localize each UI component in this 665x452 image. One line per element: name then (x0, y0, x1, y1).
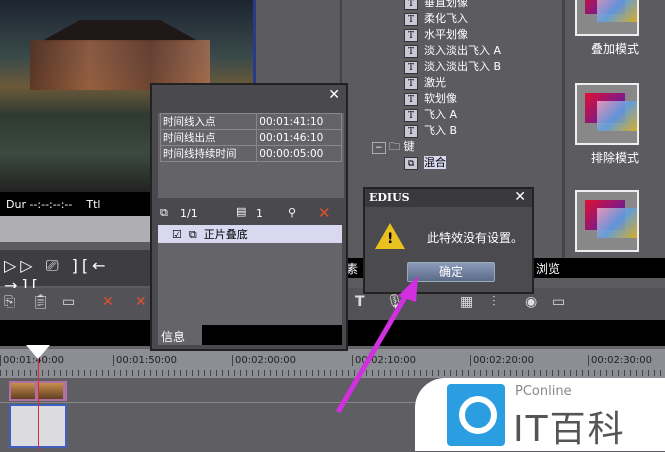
ttl-label: Ttl (86, 198, 101, 211)
watermark: PConline IT百科 (415, 378, 665, 451)
effect-icon: T (404, 0, 418, 10)
paste-icon[interactable]: 📋︎ (32, 294, 50, 310)
color-icon[interactable]: ◉ (525, 294, 537, 310)
folder-icon: 🗀 (389, 140, 401, 153)
position-slider[interactable] (0, 216, 150, 242)
list-item[interactable]: ☑ ⧉ 正片叠底 (158, 225, 342, 243)
tree-item[interactable]: T 淡入淡出飞入 A (404, 42, 501, 58)
tab-strip (202, 325, 342, 345)
close-icon[interactable]: ✕ (328, 87, 340, 103)
layer-count: 1/1 (180, 207, 198, 220)
layers-icon: ⧉ (160, 206, 168, 219)
message-dialog: EDIUS ✕ ! 此特效没有设置。 确定 (363, 187, 534, 294)
delete-icon[interactable]: ✕ (135, 294, 147, 310)
ruler-ticks (0, 370, 665, 376)
tree-item[interactable]: T 软划像 (404, 90, 457, 106)
tree-item[interactable]: T 激光 (404, 74, 446, 90)
mixer-icon[interactable]: ⫶ (492, 294, 496, 310)
tree-item-selected[interactable]: ⧉ 混合 (404, 154, 446, 170)
settings-icon[interactable]: ⚲ (288, 206, 296, 219)
tree-folder-key[interactable]: − 🗀 键 (372, 138, 415, 154)
table-row: 时间线入点 00:01:41:10 (159, 113, 342, 130)
tree-item[interactable]: T 飞入 A (404, 106, 457, 122)
effect-icon: T (404, 60, 418, 74)
table-row: 时间线持续时间 00:00:05:00 (159, 145, 342, 162)
delete-cut-icon[interactable]: ✕ (102, 294, 114, 310)
ok-button[interactable]: 确定 (407, 262, 495, 282)
effect-icon: T (404, 28, 418, 42)
timecode: 00:02:10:00 (352, 355, 416, 366)
filter-count: 1 (256, 207, 263, 220)
info-panel: ✕ 时间线入点 00:01:41:10 时间线出点 00:01:46:10 时间线持… (150, 83, 348, 351)
watermark-brand: PConline (515, 384, 572, 399)
tree-item[interactable]: T 淡入淡出飞入 B (404, 58, 501, 74)
effect-icon: T (404, 12, 418, 26)
effect-label: 叠加模式 (590, 42, 639, 56)
playhead-handle[interactable] (26, 345, 50, 359)
effect-icon: T (404, 44, 418, 58)
copy-icon[interactable]: ⎘ (4, 294, 15, 310)
table-row: 时间线出点 00:01:46:10 (159, 129, 342, 146)
blend-icon: ⧉ (188, 228, 197, 241)
tree-item[interactable]: T 飞入 B (404, 122, 457, 138)
timecode: 00:02:30:00 (588, 355, 652, 366)
collapse-icon[interactable]: − (372, 142, 386, 154)
dialog-title: EDIUS (365, 189, 532, 207)
effect-list: ☑ ⧉ 正片叠底 (158, 225, 342, 325)
tree-item[interactable]: T 垂直划像 (404, 0, 468, 10)
close-icon[interactable]: ✕ (514, 189, 526, 205)
timecode: 00:02:20:00 (470, 355, 534, 366)
warning-icon: ! (375, 223, 405, 249)
title-icon[interactable]: T (355, 294, 365, 310)
effect-label: 排除模式 (590, 151, 639, 165)
checkbox-checked-icon[interactable]: ☑ (172, 228, 182, 241)
effect-icon: T (404, 108, 418, 122)
playhead-line[interactable] (38, 346, 39, 451)
blend-icon: ⧉ (404, 156, 418, 170)
tree-item[interactable]: T 柔化飞入 (404, 10, 468, 26)
timecode: 00:02:00:00 (232, 355, 296, 366)
tab-info[interactable]: 信息 (158, 325, 202, 345)
tab-browse[interactable]: 浏览 (536, 260, 560, 277)
effect-thumb[interactable] (575, 190, 639, 252)
effect-icon: T (404, 92, 418, 106)
grid-icon[interactable]: ▦ (460, 294, 473, 310)
mic-icon[interactable]: 🎙︎ (386, 294, 404, 310)
effect-thumb-overlay[interactable] (575, 0, 639, 36)
magnifier-logo-icon (447, 384, 505, 446)
tree-item[interactable]: T 水平划像 (404, 26, 468, 42)
effect-thumb-exclusion[interactable] (575, 83, 639, 145)
effect-icon: T (404, 76, 418, 90)
playback-controls[interactable]: ▷▷ ⎚ ][← →][ (0, 250, 150, 295)
filter-icon: ▤ (236, 205, 247, 218)
effects-thumbnails: 叠加模式 排除模式 (562, 0, 665, 258)
timecode: 00:01:50:00 (113, 355, 177, 366)
preview-roof (40, 20, 200, 42)
info-toolbar: ⧉ 1/1 ▤ 1 ⚲ ✕ (156, 203, 344, 225)
window-icon[interactable]: ▭ (552, 294, 565, 310)
info-table: 时间线入点 00:01:41:10 时间线出点 00:01:46:10 时间线持续时… (159, 113, 342, 162)
watermark-name: IT百科 (513, 409, 626, 450)
group-icon[interactable]: ▭ (62, 294, 75, 310)
dialog-message: 此特效没有设置。 (427, 231, 524, 245)
effect-icon: T (404, 124, 418, 138)
delete-icon[interactable]: ✕ (318, 204, 331, 222)
dur-label: Dur --:--:--:-- (6, 198, 73, 211)
